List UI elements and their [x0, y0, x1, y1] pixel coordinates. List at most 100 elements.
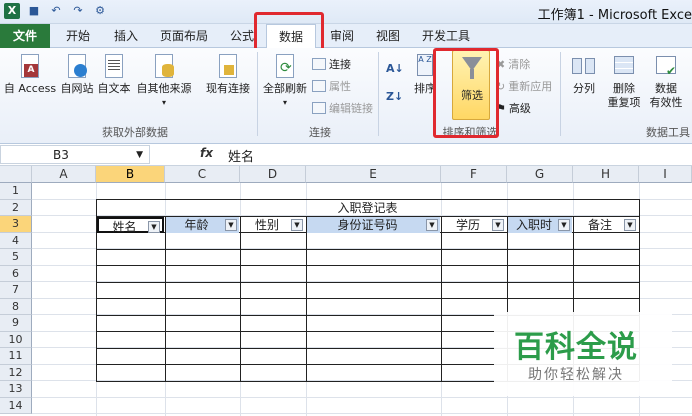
- remove-duplicates-button[interactable]: 删除 重复项: [604, 52, 644, 110]
- filter-dropdown-icon[interactable]: ▼: [225, 219, 237, 231]
- from-access-label: 自 Access: [3, 82, 57, 95]
- redo-icon[interactable]: ↷: [70, 3, 86, 19]
- row-header[interactable]: 6: [0, 265, 32, 282]
- reapply-button[interactable]: ↻ 重新应用: [496, 78, 552, 94]
- chevron-down-icon[interactable]: ▼: [136, 146, 143, 164]
- column-header-d[interactable]: D: [240, 166, 306, 183]
- ribbon: A 自 Access 自网站 自文本 自其他来源 ▾ 现有连接 获取外部数据 ⟳…: [0, 48, 692, 144]
- highlight-data-tab: [254, 12, 324, 52]
- header-label: 备注: [587, 218, 612, 232]
- row-header[interactable]: 4: [0, 232, 32, 249]
- tab-file[interactable]: 文件: [0, 24, 50, 48]
- row-header[interactable]: 13: [0, 381, 32, 398]
- header-cell-id-number[interactable]: 身份证号码 ▼: [307, 217, 440, 233]
- sort-az-icon[interactable]: A↓: [386, 62, 404, 75]
- header-cell-age[interactable]: 年龄 ▼: [166, 217, 239, 233]
- remove-duplicates-label-1: 删除: [613, 82, 635, 95]
- from-text-button[interactable]: 自文本: [96, 52, 132, 96]
- row-header[interactable]: 10: [0, 331, 32, 348]
- quick-access-toolbar: X ■ ↶ ↷ ⚙: [4, 3, 108, 19]
- row-header[interactable]: 14: [0, 397, 32, 414]
- column-header-i[interactable]: I: [639, 166, 692, 183]
- text-to-columns-label: 分列: [573, 82, 595, 95]
- header-cell-gender[interactable]: 性别 ▼: [241, 217, 305, 233]
- undo-icon[interactable]: ↶: [48, 3, 64, 19]
- select-all-corner[interactable]: [0, 166, 32, 183]
- from-web-button[interactable]: 自网站: [60, 52, 94, 96]
- refresh-all-label: 全部刷新: [263, 82, 307, 95]
- tab-page-layout[interactable]: 页面布局: [152, 24, 216, 48]
- refresh-icon: ⟳: [271, 52, 299, 80]
- text-to-columns-button[interactable]: 分列: [566, 52, 602, 96]
- edit-links-button[interactable]: 编辑链接: [312, 100, 373, 116]
- fx-icon[interactable]: fx: [200, 146, 213, 160]
- split-icon: [570, 52, 598, 80]
- watermark-title: 百科全说: [514, 330, 638, 365]
- tab-developer[interactable]: 开发工具: [414, 24, 478, 48]
- header-cell-notes[interactable]: 备注 ▼: [574, 217, 638, 233]
- save-icon[interactable]: ■: [26, 3, 42, 19]
- column-header-f[interactable]: F: [441, 166, 507, 183]
- data-validation-label-1: 数据: [655, 82, 677, 95]
- group-label-connections: 连接: [309, 126, 331, 139]
- column-header-h[interactable]: H: [573, 166, 639, 183]
- dropdown-arrow-icon: ▾: [161, 98, 166, 107]
- filter-dropdown-icon[interactable]: ▼: [148, 221, 160, 233]
- row-header[interactable]: 3: [0, 216, 32, 233]
- header-label: 学历: [455, 218, 480, 232]
- sort-za-icon[interactable]: Z↓: [386, 90, 403, 103]
- header-label: 身份证号码: [337, 218, 398, 232]
- tab-home[interactable]: 开始: [56, 24, 100, 48]
- edit-links-icon: [312, 102, 326, 114]
- customize-icon[interactable]: ⚙: [92, 3, 108, 19]
- row-header[interactable]: 2: [0, 199, 32, 216]
- column-header-a[interactable]: A: [32, 166, 96, 183]
- from-other-sources-button[interactable]: 自其他来源 ▾: [134, 52, 194, 110]
- tab-view[interactable]: 视图: [366, 24, 410, 48]
- gridline: [32, 413, 692, 414]
- ribbon-tabs: 文件 开始 插入 页面布局 公式 数据 审阅 视图 开发工具: [0, 24, 692, 49]
- filter-dropdown-icon[interactable]: ▼: [558, 219, 570, 231]
- header-label: 性别: [254, 218, 279, 232]
- column-header-c[interactable]: C: [165, 166, 240, 183]
- filter-dropdown-icon[interactable]: ▼: [426, 219, 438, 231]
- data-validation-button[interactable]: ✔ 数据 有效性: [646, 52, 686, 110]
- data-validation-label-2: 有效性: [649, 96, 683, 109]
- header-label: 入职时: [515, 218, 552, 232]
- group-separator: [378, 52, 379, 136]
- row-header[interactable]: 9: [0, 315, 32, 332]
- row-header[interactable]: 1: [0, 183, 32, 200]
- filter-dropdown-icon[interactable]: ▼: [291, 219, 303, 231]
- column-header-e[interactable]: E: [306, 166, 441, 183]
- excel-logo-icon[interactable]: X: [4, 3, 20, 19]
- clear-filter-button[interactable]: ✖ 清除: [496, 56, 530, 72]
- tab-insert[interactable]: 插入: [104, 24, 148, 48]
- dropdown-arrow-icon: ▾: [282, 98, 287, 107]
- properties-icon: [312, 80, 326, 92]
- row-header[interactable]: 8: [0, 298, 32, 315]
- properties-button[interactable]: 属性: [312, 78, 351, 94]
- refresh-all-button[interactable]: ⟳ 全部刷新 ▾: [260, 52, 310, 110]
- tab-review[interactable]: 审阅: [320, 24, 364, 48]
- group-label-external-data: 获取外部数据: [102, 126, 168, 139]
- from-access-button[interactable]: A 自 Access: [2, 52, 58, 96]
- header-cell-name[interactable]: 姓名 ▼: [97, 217, 164, 234]
- filter-dropdown-icon[interactable]: ▼: [624, 219, 636, 231]
- row-header[interactable]: 5: [0, 249, 32, 266]
- header-cell-hire-date[interactable]: 入职时 ▼: [508, 217, 572, 233]
- header-cell-education[interactable]: 学历 ▼: [442, 217, 506, 233]
- filter-dropdown-icon[interactable]: ▼: [492, 219, 504, 231]
- advanced-filter-button[interactable]: ⚑ 高级: [496, 100, 531, 116]
- connections-icon: [214, 52, 242, 80]
- formula-input[interactable]: 姓名: [228, 146, 254, 165]
- formula-bar: B3 ▼ fx 姓名: [0, 144, 692, 166]
- connections-button[interactable]: 连接: [312, 56, 351, 72]
- column-header-b[interactable]: B: [96, 166, 165, 183]
- from-text-label: 自文本: [97, 82, 131, 95]
- name-box[interactable]: B3 ▼: [0, 145, 150, 164]
- column-header-g[interactable]: G: [507, 166, 573, 183]
- row-header[interactable]: 7: [0, 282, 32, 299]
- existing-connections-button[interactable]: 现有连接: [202, 52, 254, 96]
- row-header[interactable]: 12: [0, 364, 32, 381]
- row-header[interactable]: 11: [0, 348, 32, 365]
